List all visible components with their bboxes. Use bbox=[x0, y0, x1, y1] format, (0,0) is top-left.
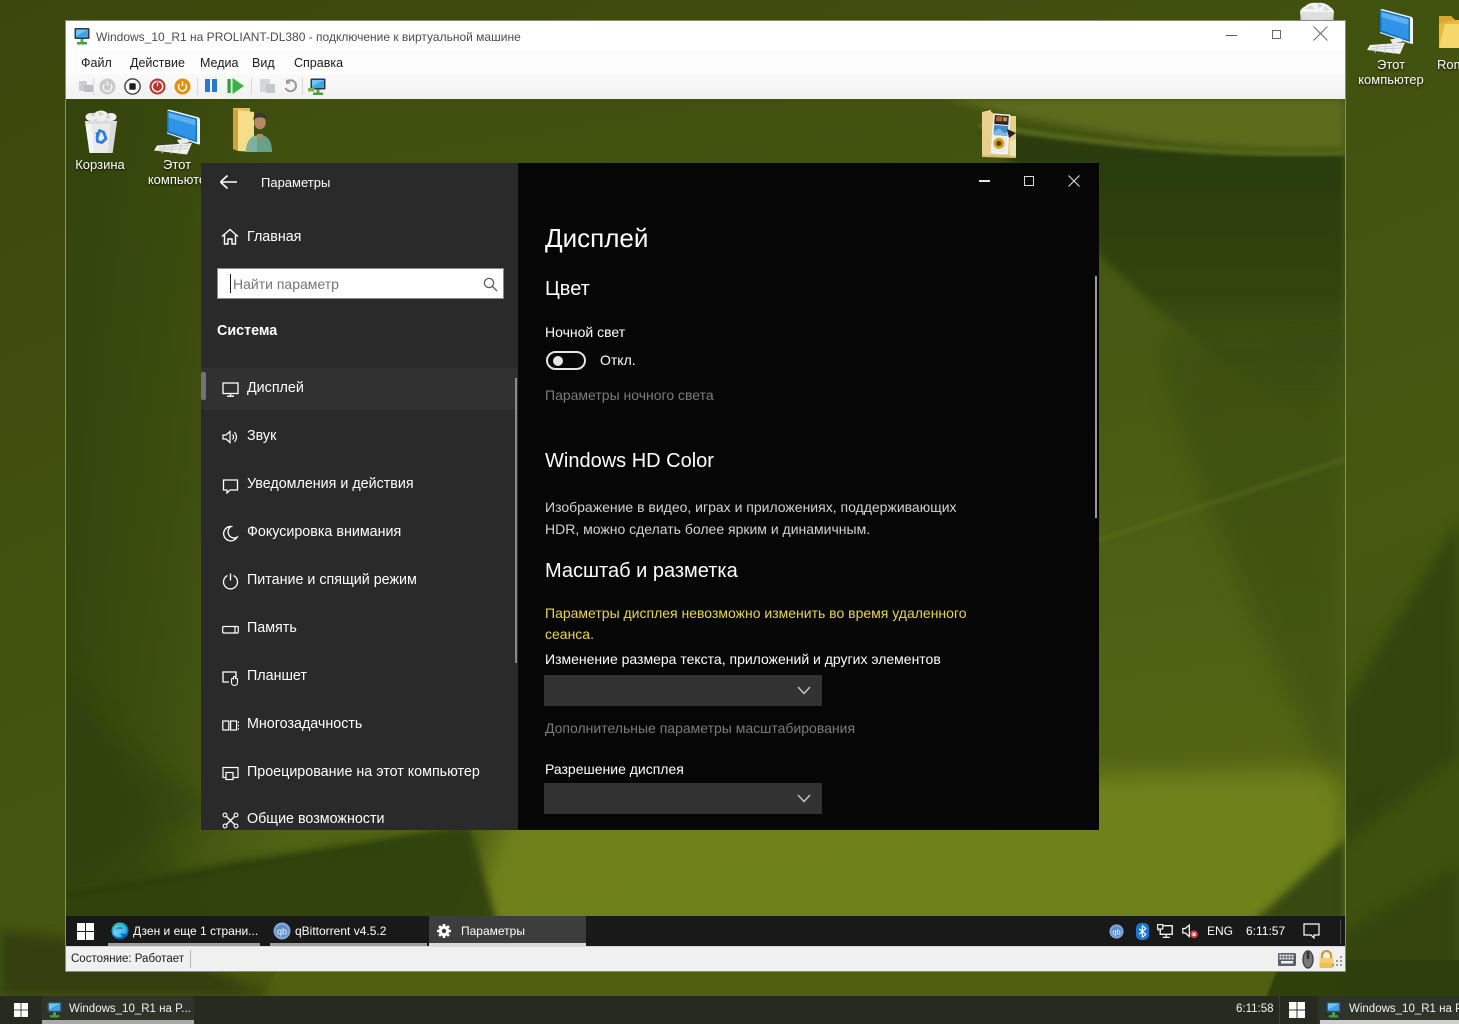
svg-text:qb: qb bbox=[277, 927, 287, 937]
svg-text:qb: qb bbox=[1112, 927, 1120, 936]
